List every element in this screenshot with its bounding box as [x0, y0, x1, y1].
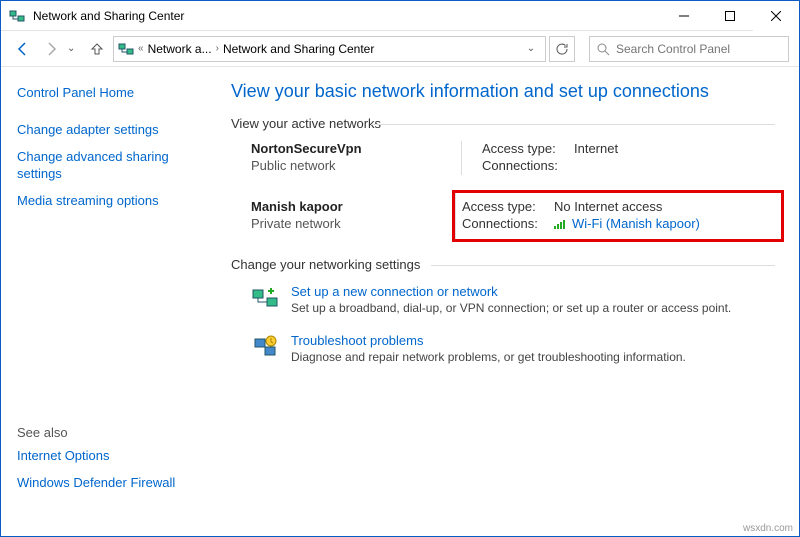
- setting-link[interactable]: Set up a new connection or network: [291, 284, 498, 299]
- setting-item: Troubleshoot problems Diagnose and repair…: [251, 333, 775, 364]
- sidebar-link-firewall[interactable]: Windows Defender Firewall: [17, 475, 205, 492]
- access-type-label: Access type:: [482, 141, 574, 156]
- back-button[interactable]: [11, 37, 35, 61]
- up-button[interactable]: [85, 37, 109, 61]
- network-type: Public network: [251, 158, 461, 173]
- active-networks-label: View your active networks: [231, 116, 775, 131]
- maximize-button[interactable]: [707, 1, 753, 31]
- network-type: Private network: [251, 216, 461, 231]
- forward-button[interactable]: [39, 37, 63, 61]
- network-row: Manish kapoor Private networkAccess type:…: [231, 199, 775, 233]
- address-dropdown[interactable]: ⌄: [521, 43, 541, 54]
- access-type-label: Access type:: [462, 199, 554, 214]
- sidebar-link-advanced[interactable]: Change advanced sharing settings: [17, 149, 205, 183]
- page-title: View your basic network information and …: [231, 81, 775, 102]
- connections-label: Connections:: [482, 158, 574, 173]
- close-button[interactable]: [753, 1, 799, 31]
- network-icon: [9, 8, 25, 24]
- chevron-left-icon: «: [138, 43, 144, 54]
- watermark: wsxdn.com: [743, 523, 793, 534]
- minimize-button[interactable]: [661, 1, 707, 31]
- titlebar: Network and Sharing Center: [1, 1, 799, 31]
- search-input[interactable]: [616, 42, 782, 56]
- setting-link[interactable]: Troubleshoot problems: [291, 333, 423, 348]
- wifi-signal-icon: [554, 219, 568, 229]
- window-title: Network and Sharing Center: [33, 9, 661, 23]
- address-bar[interactable]: « Network a...› Network and Sharing Cent…: [113, 36, 546, 62]
- chevron-right-icon: ›: [216, 43, 219, 54]
- troubleshoot-icon: [251, 333, 279, 361]
- setting-desc: Diagnose and repair network problems, or…: [291, 350, 686, 364]
- new-connection-icon: [251, 284, 279, 312]
- setting-desc: Set up a broadband, dial-up, or VPN conn…: [291, 301, 731, 315]
- history-dropdown[interactable]: ⌄: [67, 43, 81, 54]
- search-box[interactable]: [589, 36, 789, 62]
- toolbar: ⌄ « Network a...› Network and Sharing Ce…: [1, 31, 799, 67]
- change-settings-label: Change your networking settings: [231, 257, 775, 272]
- access-type-value: No Internet access: [554, 199, 662, 214]
- network-row: NortonSecureVpn Public network Access type…: [231, 141, 775, 175]
- main-panel: View your basic network information and …: [221, 67, 799, 520]
- network-icon: [118, 41, 134, 57]
- refresh-button[interactable]: [549, 36, 575, 62]
- sidebar: Control Panel Home Change adapter settin…: [1, 67, 221, 520]
- breadcrumb-seg2[interactable]: Network and Sharing Center: [223, 42, 374, 56]
- see-also-heading: See also: [17, 425, 205, 440]
- network-name: NortonSecureVpn: [251, 141, 461, 156]
- setting-item: Set up a new connection or network Set up…: [251, 284, 775, 315]
- connections-label: Connections:: [462, 216, 554, 231]
- sidebar-link-media[interactable]: Media streaming options: [17, 193, 205, 210]
- connection-link[interactable]: Wi-Fi (Manish kapoor): [572, 216, 700, 231]
- network-name: Manish kapoor: [251, 199, 461, 214]
- sidebar-link-adapter[interactable]: Change adapter settings: [17, 122, 205, 139]
- control-panel-home-link[interactable]: Control Panel Home: [17, 85, 205, 102]
- breadcrumb-seg1[interactable]: Network a...›: [148, 42, 219, 56]
- search-icon: [596, 42, 610, 56]
- sidebar-link-internet-options[interactable]: Internet Options: [17, 448, 205, 465]
- access-type-value: Internet: [574, 141, 618, 156]
